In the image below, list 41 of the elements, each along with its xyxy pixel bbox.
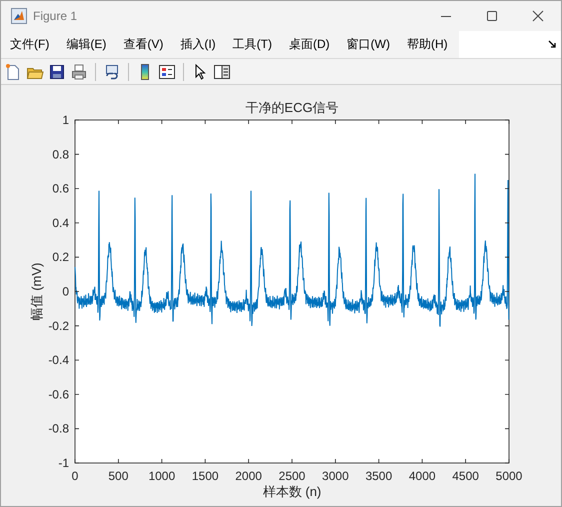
tick-label: -1 <box>58 456 69 470</box>
tick-label: 1500 <box>192 469 219 483</box>
tick-label: 2000 <box>235 469 262 483</box>
legend-icon[interactable] <box>158 62 176 80</box>
menu-item[interactable]: 文件(F) <box>4 36 56 53</box>
tick-label: -0.4 <box>48 353 69 368</box>
panel-icon[interactable] <box>213 62 231 80</box>
tick-label: -0.6 <box>48 387 69 402</box>
tick-label: 3500 <box>365 469 392 483</box>
tick-label: -0.2 <box>48 318 69 333</box>
tick-label: 0.8 <box>52 147 69 162</box>
menu-item[interactable]: 窗口(W) <box>340 36 396 53</box>
menu-item[interactable]: 编辑(E) <box>60 36 112 53</box>
tick-label: 2500 <box>278 469 306 483</box>
tick-label: -0.8 <box>48 422 69 436</box>
axis-label: 样本数 (n) <box>262 484 322 499</box>
expand-arrow-icon[interactable] <box>548 40 557 49</box>
menu-item[interactable]: 插入(I) <box>174 36 222 53</box>
tick-label: 500 <box>108 469 128 483</box>
tick-label: 4000 <box>408 469 436 483</box>
menu-item[interactable]: 工具(T) <box>226 36 278 53</box>
tick-label: 0.6 <box>52 182 69 196</box>
tick-label: 5000 <box>496 469 522 483</box>
tick-label: 1 <box>62 113 69 127</box>
tick-label: 4500 <box>452 469 479 483</box>
tick-label: 0.2 <box>52 250 69 264</box>
tick-label: 0 <box>62 284 69 298</box>
app-icon <box>11 8 27 24</box>
new-file-icon[interactable] <box>4 62 22 80</box>
menu-item[interactable]: 帮助(H) <box>400 36 454 53</box>
tick-label: 0.4 <box>52 216 69 230</box>
tick-label: 1000 <box>148 469 176 483</box>
menu-item[interactable]: 查看(V) <box>117 36 170 53</box>
window-title: Figure 1 <box>33 9 78 23</box>
menu-item[interactable]: 桌面(D) <box>282 36 336 53</box>
chart-title: 干净的ECG信号 <box>245 100 339 115</box>
axis-label: 幅值 (mV) <box>29 262 44 320</box>
tick-label: 3000 <box>322 469 349 483</box>
save-icon[interactable] <box>48 62 66 80</box>
tick-label: 0 <box>72 469 78 483</box>
print-icon[interactable] <box>70 62 88 80</box>
